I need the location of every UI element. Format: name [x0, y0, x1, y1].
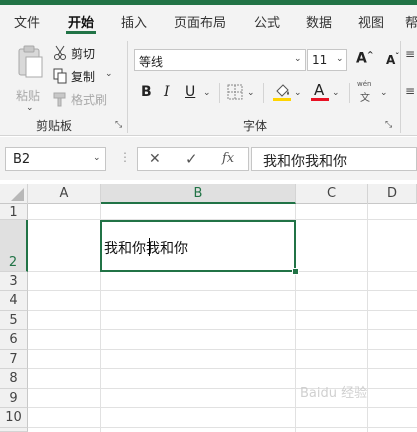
decrease-font-size-button[interactable]: Aˇ: [386, 52, 399, 67]
column-header-a[interactable]: A: [28, 184, 101, 204]
row-header-2[interactable]: 2: [0, 220, 28, 272]
name-box-value: B2: [13, 152, 31, 167]
formula-buttons: ✕ ✓ fx: [137, 147, 249, 171]
cut-button[interactable]: 剪切: [53, 44, 103, 62]
row-header-5[interactable]: 5: [0, 311, 28, 330]
phonetic-pinyin: wén: [357, 80, 372, 88]
enter-button[interactable]: ✓: [185, 150, 198, 168]
font-name-value: 等线: [139, 55, 164, 69]
underline-button[interactable]: U: [185, 84, 195, 100]
row-header-9[interactable]: 9: [0, 389, 28, 408]
paste-label: 粘贴: [16, 89, 41, 103]
active-tab-indicator: [66, 31, 96, 34]
borders-button[interactable]: [227, 84, 243, 100]
align-top-icon[interactable]: ≡: [405, 47, 415, 61]
row-header-6[interactable]: 6: [0, 330, 28, 350]
tab-formulas[interactable]: 公式: [254, 12, 280, 31]
tab-insert[interactable]: 插入: [121, 12, 147, 31]
font-name-select[interactable]: 等线 ⌄: [134, 49, 306, 71]
row-header-8[interactable]: 8: [0, 369, 28, 389]
paste-button[interactable]: 粘贴 ⌄: [12, 45, 46, 113]
font-group-label: 字体: [243, 119, 268, 133]
font-size-value: 11: [312, 53, 328, 67]
borders-icon: [227, 84, 243, 100]
row-header-10[interactable]: 10: [0, 408, 28, 428]
row-header-7[interactable]: 7: [0, 350, 28, 369]
align-left-icon[interactable]: ≡: [405, 84, 415, 98]
active-cell-b2[interactable]: [100, 220, 296, 272]
tab-home[interactable]: 开始: [68, 12, 94, 31]
brush-icon: [53, 92, 66, 107]
more-options-icon: ⋮: [119, 150, 131, 164]
chevron-down-icon[interactable]: ⌄: [294, 88, 302, 98]
increase-font-size-button[interactable]: A^: [356, 50, 374, 67]
chevron-down-icon[interactable]: ⌄: [247, 88, 255, 98]
tab-data[interactable]: 数据: [306, 12, 332, 31]
chevron-down-icon[interactable]: ⌄: [105, 69, 113, 79]
insert-function-button[interactable]: fx: [222, 151, 234, 166]
watermark: Baidu 经验: [300, 386, 368, 401]
column-header-bar: A B C D: [0, 184, 417, 204]
tab-page-layout[interactable]: 页面布局: [174, 12, 226, 31]
scissors-icon: [54, 45, 66, 60]
formula-input[interactable]: 我和你我和你: [251, 147, 417, 171]
fill-handle[interactable]: [292, 268, 299, 275]
group-separator: [219, 83, 220, 103]
copy-button[interactable]: 复制 ⌄: [53, 67, 115, 85]
select-all-button[interactable]: [0, 184, 28, 204]
ribbon-tab-bar: 文件 开始 插入 页面布局 公式 数据 视图 帮: [0, 5, 417, 35]
copy-label: 复制: [71, 70, 96, 84]
chevron-down-icon: ⌄: [294, 54, 302, 64]
bold-button[interactable]: B: [141, 84, 152, 100]
chevron-down-icon[interactable]: ⌄: [380, 88, 388, 98]
italic-button[interactable]: I: [164, 84, 170, 100]
column-header-b[interactable]: B: [101, 184, 296, 204]
chevron-down-icon[interactable]: ⌄: [332, 88, 340, 98]
chevron-down-icon[interactable]: ⌄: [203, 88, 211, 98]
font-color-swatch: [311, 98, 329, 101]
formula-bar-row: B2 ⌄ ⋮ ✕ ✓ fx 我和你我和你: [0, 137, 417, 180]
chevron-down-icon: ⌄: [93, 153, 101, 163]
row-header-3[interactable]: 3: [0, 272, 28, 291]
cancel-button[interactable]: ✕: [149, 151, 161, 167]
font-color-button[interactable]: A: [311, 81, 329, 103]
group-separator: [127, 41, 128, 133]
dialog-launcher-icon[interactable]: ⤡: [115, 120, 122, 130]
group-separator: [400, 41, 401, 133]
column-header-c[interactable]: C: [296, 184, 368, 204]
clipboard-group-label: 剪贴板: [36, 119, 73, 133]
group-separator: [349, 83, 350, 103]
chevron-down-icon: ⌄: [336, 54, 344, 64]
formula-input-value: 我和你我和你: [263, 154, 347, 170]
name-box[interactable]: B2 ⌄: [5, 147, 106, 171]
fill-color-swatch: [273, 98, 291, 101]
cut-label: 剪切: [71, 47, 96, 61]
font-size-select[interactable]: 11 ⌄: [307, 49, 347, 71]
font-color-icon: A: [314, 81, 325, 99]
chevron-down-icon: ⌄: [26, 103, 34, 113]
paste-icon: [18, 45, 43, 78]
row-header-4[interactable]: 4: [0, 291, 28, 311]
select-all-icon: [11, 188, 24, 201]
column-header-d[interactable]: D: [368, 184, 417, 204]
phonetic-char: 文: [360, 93, 370, 104]
group-separator: [263, 83, 264, 103]
row-header-11[interactable]: 11: [0, 428, 28, 432]
row-header-1[interactable]: 1: [0, 204, 28, 220]
format-painter-label: 格式刷: [71, 93, 108, 107]
copy-icon: [53, 68, 67, 84]
ribbon: 粘贴 ⌄ 剪切 复制 ⌄ 格式刷 剪贴板 ⤡ 等线 ⌄ 11 ⌄ A^ Aˇ B…: [0, 35, 417, 136]
tab-file[interactable]: 文件: [14, 12, 40, 31]
phonetic-guide-button[interactable]: wén 文: [356, 80, 376, 104]
tab-help[interactable]: 帮: [405, 12, 417, 31]
format-painter-button[interactable]: 格式刷: [53, 90, 111, 108]
tab-view[interactable]: 视图: [358, 12, 384, 31]
dialog-launcher-icon[interactable]: ⤡: [385, 120, 392, 130]
fill-color-button[interactable]: [273, 82, 291, 102]
